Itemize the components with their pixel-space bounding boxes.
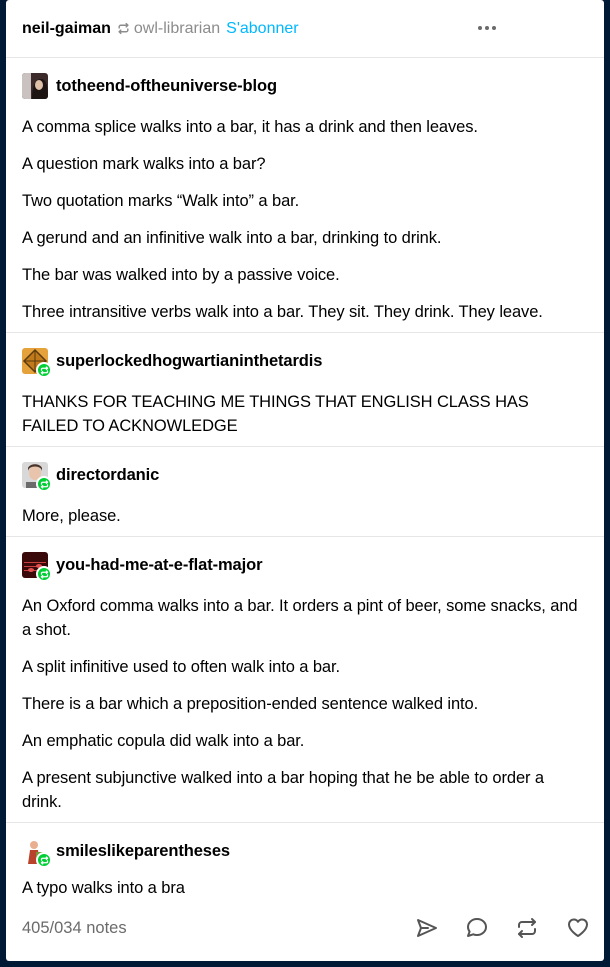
post-paragraph: A split infinitive used to often walk in…	[22, 658, 340, 676]
author-row: totheend-oftheuniverse-blog	[22, 72, 588, 100]
post-paragraph: A gerund and an infinitive walk into a b…	[22, 229, 442, 247]
follow-button[interactable]: S'abonner	[226, 20, 298, 38]
post-paragraph: The bar was walked into by a passive voi…	[22, 266, 340, 284]
post-card: neil-gaiman owl-librarian S'abonner toth…	[6, 0, 604, 961]
reblog-badge-icon	[36, 476, 52, 492]
avatar[interactable]	[22, 348, 52, 378]
source-blog-name[interactable]: owl-librarian	[134, 20, 220, 38]
reblog-small-icon	[117, 22, 130, 35]
post-paragraph: A typo walks into a bra	[22, 879, 185, 897]
author-name[interactable]: totheend-oftheuniverse-blog	[56, 77, 277, 96]
reblog-segment: superlockedhogwartianinthetardis THANKS …	[6, 333, 604, 447]
avatar[interactable]	[22, 462, 52, 492]
post-paragraph: A question mark walks into a bar?	[22, 155, 266, 173]
post-paragraph: More, please.	[22, 507, 121, 525]
author-row: directordanic	[22, 461, 588, 492]
author-name[interactable]: smileslikeparentheses	[56, 842, 230, 861]
author-row: superlockedhogwartianinthetardis	[22, 347, 588, 378]
avatar[interactable]	[22, 838, 52, 868]
poster-name[interactable]: neil-gaiman	[22, 20, 111, 38]
post-paragraph: Three intransitive verbs walk into a bar…	[22, 303, 543, 321]
reblog-badge-icon	[36, 566, 52, 582]
reblog-segment: smileslikeparentheses A typo walks into …	[6, 823, 604, 908]
post-paragraph: A present subjunctive walked into a bar …	[22, 769, 544, 811]
reply-icon[interactable]	[465, 916, 489, 940]
reblog-segment: directordanic More, please.	[6, 447, 604, 537]
post-paragraph: There is a bar which a preposition-ended…	[22, 695, 479, 713]
post-paragraph: An Oxford comma walks into a bar. It ord…	[22, 597, 578, 639]
post-paragraph: An emphatic copula did walk into a bar.	[22, 732, 305, 750]
notes-count[interactable]: 405/034 notes	[22, 919, 127, 938]
reblog-icon[interactable]	[515, 916, 539, 940]
author-row: smileslikeparentheses	[22, 837, 588, 868]
author-name[interactable]: superlockedhogwartianinthetardis	[56, 352, 322, 371]
reblog-badge-icon	[36, 362, 52, 378]
more-options-icon[interactable]	[474, 20, 500, 36]
share-icon[interactable]	[415, 916, 439, 940]
post-paragraph: Two quotation marks “Walk into” a bar.	[22, 192, 300, 210]
reblog-segment: you-had-me-at-e-flat-major An Oxford com…	[6, 537, 604, 823]
like-icon[interactable]	[566, 916, 590, 940]
author-name[interactable]: you-had-me-at-e-flat-major	[56, 556, 263, 575]
post-paragraph: A comma splice walks into a bar, it has …	[22, 118, 478, 136]
avatar[interactable]	[22, 73, 48, 99]
avatar[interactable]	[22, 552, 52, 582]
post-footer: 405/034 notes	[6, 906, 604, 950]
reblog-segment: totheend-oftheuniverse-blog A comma spli…	[6, 58, 604, 333]
author-row: you-had-me-at-e-flat-major	[22, 551, 588, 582]
author-name[interactable]: directordanic	[56, 466, 159, 485]
reblog-badge-icon	[36, 852, 52, 868]
post-header: neil-gaiman owl-librarian S'abonner	[6, 0, 604, 58]
post-paragraph: THANKS FOR TEACHING ME THINGS THAT ENGLI…	[22, 393, 529, 435]
